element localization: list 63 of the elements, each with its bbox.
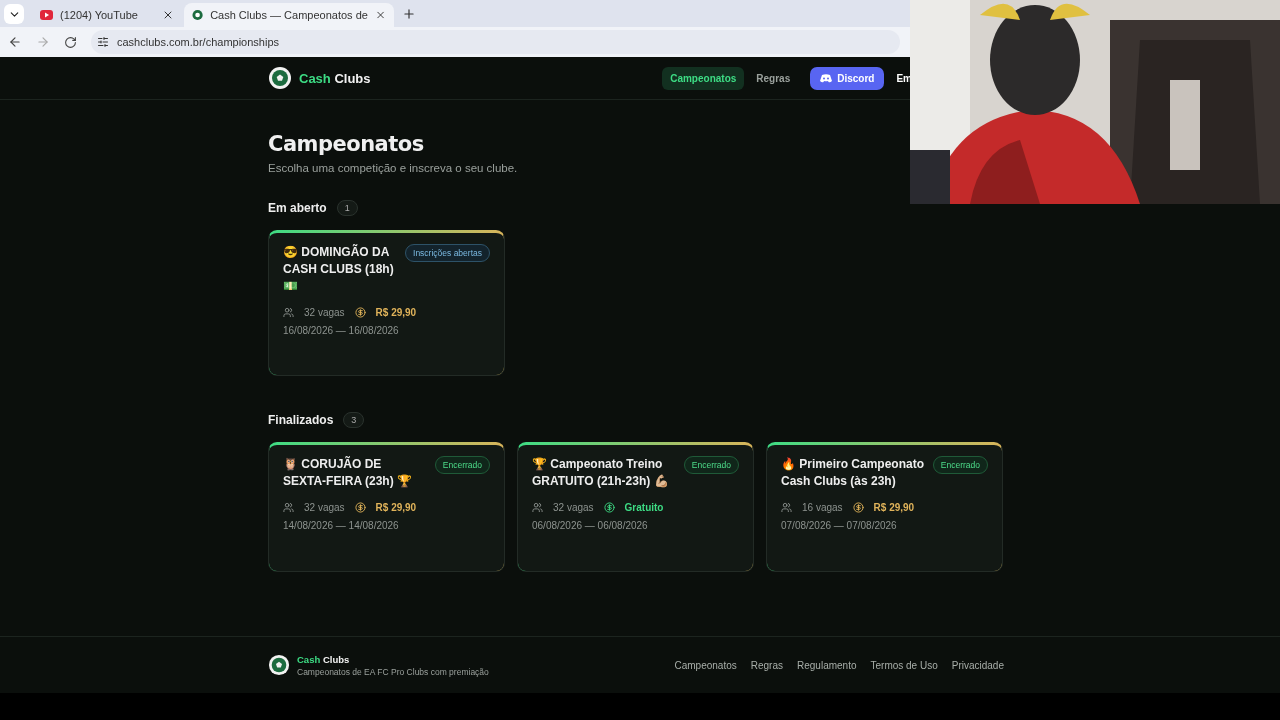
browser-tab[interactable]: Cash Clubs — Campeonatos de: [184, 3, 394, 27]
browser-tab[interactable]: (1204) YouTube: [32, 3, 182, 27]
users-icon: [532, 502, 543, 513]
coin-icon: [852, 502, 864, 513]
page-subtitle: Escolha uma competição e inscreva o seu clube.: [268, 162, 519, 174]
championship-card[interactable]: 😎 DOMINGÃO DA CASH CLUBS (18h) 💵 Inscrições abertas 32 vagas R$ 29,90 16/08/2026 — 16/08/2026: [268, 230, 505, 376]
section-title: Em aberto: [268, 201, 327, 215]
card-title: 😎 DOMINGÃO DA CASH CLUBS (18h) 💵: [283, 244, 395, 295]
footer-tagline: Campeonatos de EA FC Pro Clubs com premiação: [297, 666, 489, 677]
coin-icon: [354, 307, 366, 318]
price-text: R$ 29,90: [873, 502, 915, 513]
date-range: 16/08/2026 — 16/08/2026: [283, 325, 400, 336]
reload-icon[interactable]: [64, 35, 77, 49]
status-badge: Encerrado: [434, 456, 490, 474]
back-icon[interactable]: [8, 35, 22, 49]
tab-list-button[interactable]: [4, 4, 24, 24]
video-icon: [40, 10, 53, 20]
users-icon: [781, 502, 792, 513]
status-badge: Encerrado: [932, 456, 988, 474]
count-badge: 1: [336, 200, 358, 216]
page-title: Campeonatos: [268, 132, 425, 156]
slots-text: 32 vagas: [553, 502, 594, 513]
ball-icon: [192, 9, 204, 21]
users-icon: [283, 502, 294, 513]
site-settings-icon[interactable]: [97, 36, 109, 48]
championship-card[interactable]: 🦉 CORUJÃO DE SEXTA-FEIRA (23h) 🏆 Encerrado 32 vagas R$ 29,90 14/08/2026 — 14/08/2026: [268, 442, 505, 572]
card-title: 🏆 Campeonato Treino GRATUITO (21h-23h) 💪🏼: [532, 456, 670, 490]
close-icon[interactable]: [162, 9, 174, 21]
controller-icon: [820, 73, 833, 83]
coin-icon: [603, 502, 615, 513]
coin-icon: [354, 502, 366, 513]
logo-icon: [268, 654, 290, 676]
users-icon: [283, 307, 294, 318]
nav-link[interactable]: Campeonatos: [662, 66, 745, 90]
discord-button[interactable]: Discord: [810, 66, 885, 90]
price-text: R$ 29,90: [375, 502, 417, 513]
date-range: 14/08/2026 — 14/08/2026: [283, 520, 400, 531]
nav-link[interactable]: Regras: [748, 66, 799, 90]
footer-link[interactable]: Regulamento: [797, 659, 857, 671]
logo-icon: [268, 66, 292, 90]
price-text: Gratuito: [624, 502, 664, 513]
footer-link[interactable]: Termos de Uso: [870, 659, 938, 671]
footer-link[interactable]: Campeonatos: [674, 659, 737, 671]
championship-card[interactable]: 🏆 Campeonato Treino GRATUITO (21h-23h) 💪🏼 Encerrado 32 vagas Gratuito 06/08/2026 — 06/08/2026: [517, 442, 754, 572]
card-title: 🦉 CORUJÃO DE SEXTA-FEIRA (23h) 🏆: [283, 456, 413, 490]
status-badge: Encerrado: [683, 456, 739, 474]
footer-brand: Cash Clubs: [297, 653, 351, 665]
new-tab-icon[interactable]: [402, 7, 416, 21]
slots-text: 16 vagas: [802, 502, 843, 513]
address-bar[interactable]: cashclubs.com.br/championships: [91, 30, 900, 54]
footer-link[interactable]: Privacidade: [951, 659, 1004, 671]
card-title: 🔥 Primeiro Campeonato Cash Clubs (às 23h): [781, 456, 925, 490]
status-badge: Inscrições abertas: [405, 244, 490, 262]
footer-link[interactable]: Regras: [750, 659, 783, 671]
section-title: Finalizados: [268, 413, 334, 427]
slots-text: 32 vagas: [304, 307, 345, 318]
brand-logo[interactable]: Cash Clubs: [268, 66, 371, 90]
date-range: 06/08/2026 — 06/08/2026: [532, 520, 649, 531]
count-badge: 3: [343, 412, 365, 428]
championship-card[interactable]: 🔥 Primeiro Campeonato Cash Clubs (às 23h) Encerrado 16 vagas R$ 29,90 07/08/2026 — 07/08/2026: [766, 442, 1003, 572]
date-range: 07/08/2026 — 07/08/2026: [781, 520, 898, 531]
price-text: R$ 29,90: [375, 307, 417, 318]
slots-text: 32 vagas: [304, 502, 345, 513]
